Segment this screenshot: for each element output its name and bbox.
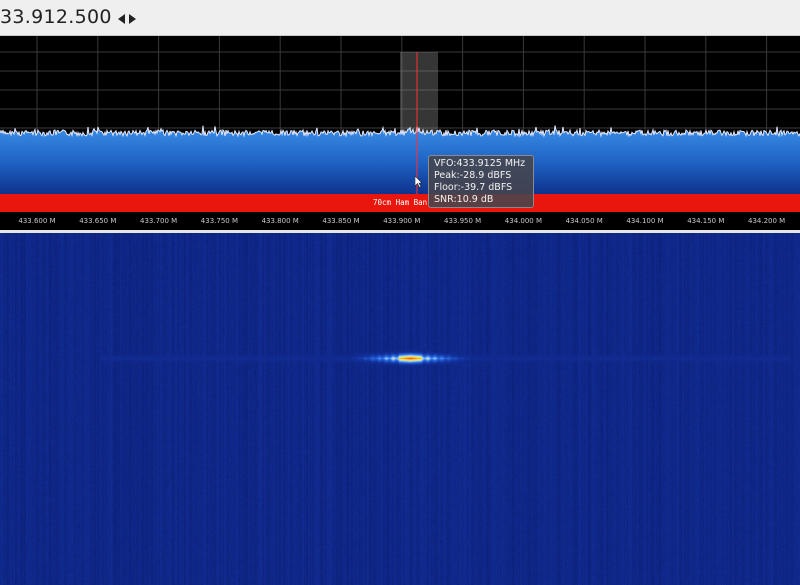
axis-tick-label: 434.150 M xyxy=(687,217,725,225)
axis-tick-label: 433.900 M xyxy=(383,217,421,225)
sdr-window: 33.912.500 70cm Ham Ban 433.600 M 433.65… xyxy=(0,0,800,585)
axis-tick-label: 434.050 M xyxy=(565,217,603,225)
bandplan-strip: 70cm Ham Ban xyxy=(0,194,800,212)
tooltip-snr: SNR:10.9 dB xyxy=(434,194,494,205)
axis-tick-label: 434.000 M xyxy=(504,217,542,225)
frequency-bar: 33.912.500 xyxy=(0,0,800,36)
vfo-tooltip: VFO:433.9125 MHz Peak:-28.9 dBFS Floor:-… xyxy=(428,155,534,208)
axis-tick-label: 433.800 M xyxy=(261,217,299,225)
tooltip-vfo: VFO:433.9125 MHz xyxy=(434,158,526,169)
axis-tick-label: 434.200 M xyxy=(747,217,786,225)
axis-tick-label: 433.750 M xyxy=(200,217,238,225)
tooltip-peak: Peak:-28.9 dBFS xyxy=(434,170,512,181)
axis-tick-label: 433.950 M xyxy=(443,217,482,225)
axis-tick-label: 433.850 M xyxy=(322,217,360,225)
left-right-arrows-icon[interactable] xyxy=(118,13,136,25)
waterfall-display[interactable] xyxy=(0,233,800,585)
axis-tick-label: 433.700 M xyxy=(139,217,178,225)
axis-tick-label: 433.650 M xyxy=(79,217,117,225)
mouse-pointer-icon xyxy=(414,175,423,188)
axis-tick-label: 434.100 M xyxy=(626,217,664,225)
frequency-display[interactable]: 33.912.500 xyxy=(0,6,112,28)
waterfall-canvas xyxy=(0,233,800,585)
axis-tick-label: 433.600 M xyxy=(18,217,56,225)
tooltip-floor: Floor:-39.7 dBFS xyxy=(434,182,513,193)
frequency-axis: 433.600 M 433.650 M 433.700 M 433.750 M 433.… xyxy=(0,212,800,230)
bandplan-label: 70cm Ham Ban xyxy=(373,198,428,207)
